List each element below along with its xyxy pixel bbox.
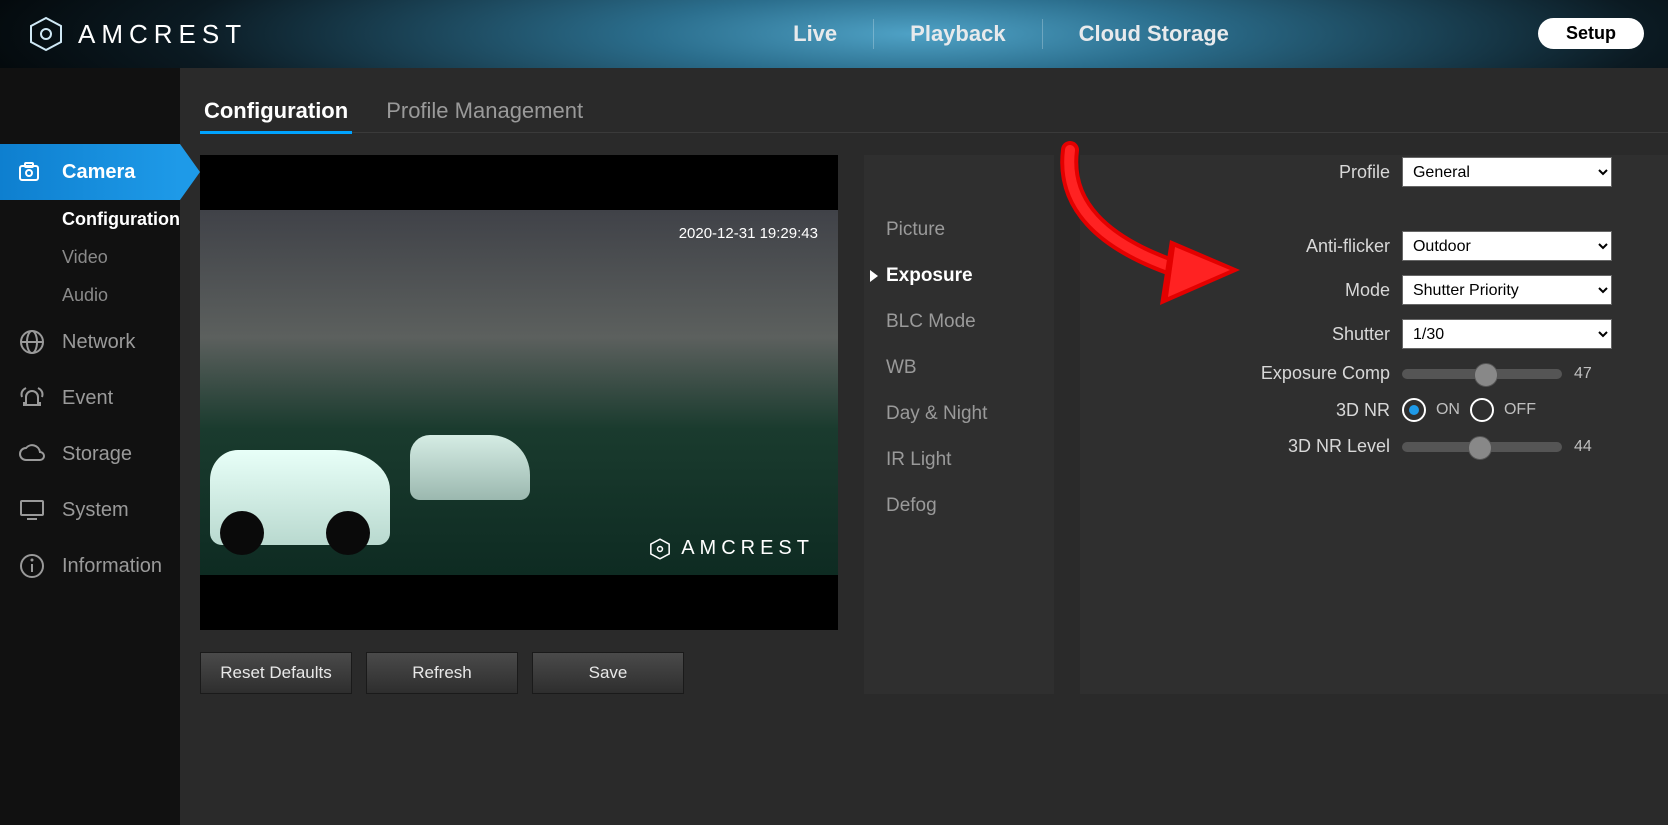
sidebar-item-event[interactable]: Event [0, 370, 180, 426]
content-area: Configuration Profile Management 2020-12… [180, 68, 1668, 825]
subtab-wb[interactable]: WB [864, 345, 1054, 391]
slider-thumb[interactable] [1474, 363, 1498, 387]
hexagon-icon [28, 16, 64, 52]
radio-label-on: ON [1436, 401, 1460, 419]
sidebar-item-label: Network [62, 331, 135, 354]
slider-exposure-comp[interactable] [1402, 369, 1562, 379]
select-profile[interactable]: General [1402, 157, 1612, 187]
select-shutter[interactable]: 1/30 [1402, 319, 1612, 349]
tab-profile-management[interactable]: Profile Management [382, 90, 587, 132]
sidebar-sub-video[interactable]: Video [0, 238, 180, 276]
globe-icon [18, 328, 46, 356]
preview-car [210, 450, 390, 545]
subtab-label: IR Light [886, 449, 951, 471]
label-exposure-comp: Exposure Comp [1080, 363, 1402, 384]
monitor-icon [18, 496, 46, 524]
radio-3dnr-off[interactable] [1470, 398, 1494, 422]
nav-playback[interactable]: Playback [874, 21, 1041, 47]
sidebar-item-label: Camera [62, 161, 135, 184]
sidebar-item-label: Storage [62, 443, 132, 466]
radio-3dnr-on[interactable] [1402, 398, 1426, 422]
subtab-ir-light[interactable]: IR Light [864, 437, 1054, 483]
label-3dnr-level: 3D NR Level [1080, 436, 1402, 457]
cloud-icon [18, 440, 46, 468]
subtab-day-night[interactable]: Day & Night [864, 391, 1054, 437]
settings-subtabs: Picture Exposure BLC Mode WB Day & Night… [864, 155, 1054, 694]
sidebar-item-system[interactable]: System [0, 482, 180, 538]
sidebar-item-camera[interactable]: Camera [0, 144, 180, 200]
preview-scene [200, 210, 838, 575]
overlay-timestamp: 2020-12-31 19:29:43 [679, 225, 818, 242]
select-anti-flicker[interactable]: Outdoor [1402, 231, 1612, 261]
info-icon [18, 552, 46, 580]
select-mode[interactable]: Shutter Priority [1402, 275, 1612, 305]
settings-panel: Profile General Anti-flicker Outdoor Mod… [1080, 155, 1668, 694]
header-bar: AMCREST Live Playback Cloud Storage Setu… [0, 0, 1668, 68]
sidebar-item-label: System [62, 499, 129, 522]
value-3dnr-level: 44 [1574, 438, 1592, 456]
sidebar-item-storage[interactable]: Storage [0, 426, 180, 482]
value-exposure-comp: 47 [1574, 365, 1592, 383]
brand-text: AMCREST [78, 19, 247, 50]
nav-live[interactable]: Live [757, 21, 873, 47]
watermark-text: AMCREST [681, 537, 814, 560]
subtab-defog[interactable]: Defog [864, 483, 1054, 529]
subtab-label: BLC Mode [886, 311, 976, 333]
overlay-watermark: AMCREST [649, 537, 814, 560]
refresh-button[interactable]: Refresh [366, 652, 518, 694]
label-3dnr: 3D NR [1080, 400, 1402, 421]
label-anti-flicker: Anti-flicker [1080, 236, 1402, 257]
sidebar-item-label: Event [62, 387, 113, 410]
slider-thumb[interactable] [1468, 436, 1492, 460]
subtab-label: Picture [886, 219, 945, 241]
label-profile: Profile [1080, 162, 1402, 183]
label-mode: Mode [1080, 280, 1402, 301]
sidebar: Camera Configuration Video Audio Network… [0, 68, 180, 825]
subtab-label: Exposure [886, 265, 973, 287]
sidebar-item-label: Information [62, 555, 162, 578]
nav-cloud-storage[interactable]: Cloud Storage [1043, 21, 1265, 47]
subtab-blc-mode[interactable]: BLC Mode [864, 299, 1054, 345]
top-nav: Live Playback Cloud Storage [757, 19, 1265, 49]
sidebar-sub-configuration[interactable]: Configuration [0, 200, 180, 238]
subtab-exposure[interactable]: Exposure [864, 253, 1054, 299]
bell-icon [18, 384, 46, 412]
label-shutter: Shutter [1080, 324, 1402, 345]
preview-car [410, 435, 530, 500]
tabs: Configuration Profile Management [200, 90, 1668, 133]
slider-3dnr-level[interactable] [1402, 442, 1562, 452]
save-button[interactable]: Save [532, 652, 684, 694]
subtab-label: Defog [886, 495, 937, 517]
reset-defaults-button[interactable]: Reset Defaults [200, 652, 352, 694]
triangle-icon [870, 270, 878, 282]
sidebar-item-network[interactable]: Network [0, 314, 180, 370]
camera-icon [18, 158, 46, 186]
hexagon-icon [649, 538, 671, 560]
subtab-picture[interactable]: Picture [864, 207, 1054, 253]
sidebar-item-information[interactable]: Information [0, 538, 180, 594]
radio-label-off: OFF [1504, 401, 1536, 419]
setup-button[interactable]: Setup [1538, 18, 1644, 49]
brand-logo: AMCREST [28, 16, 247, 52]
tab-configuration[interactable]: Configuration [200, 90, 352, 132]
sidebar-sub-audio[interactable]: Audio [0, 276, 180, 314]
video-preview: 2020-12-31 19:29:43 AMCREST [200, 155, 838, 630]
subtab-label: WB [886, 357, 917, 379]
subtab-label: Day & Night [886, 403, 987, 425]
